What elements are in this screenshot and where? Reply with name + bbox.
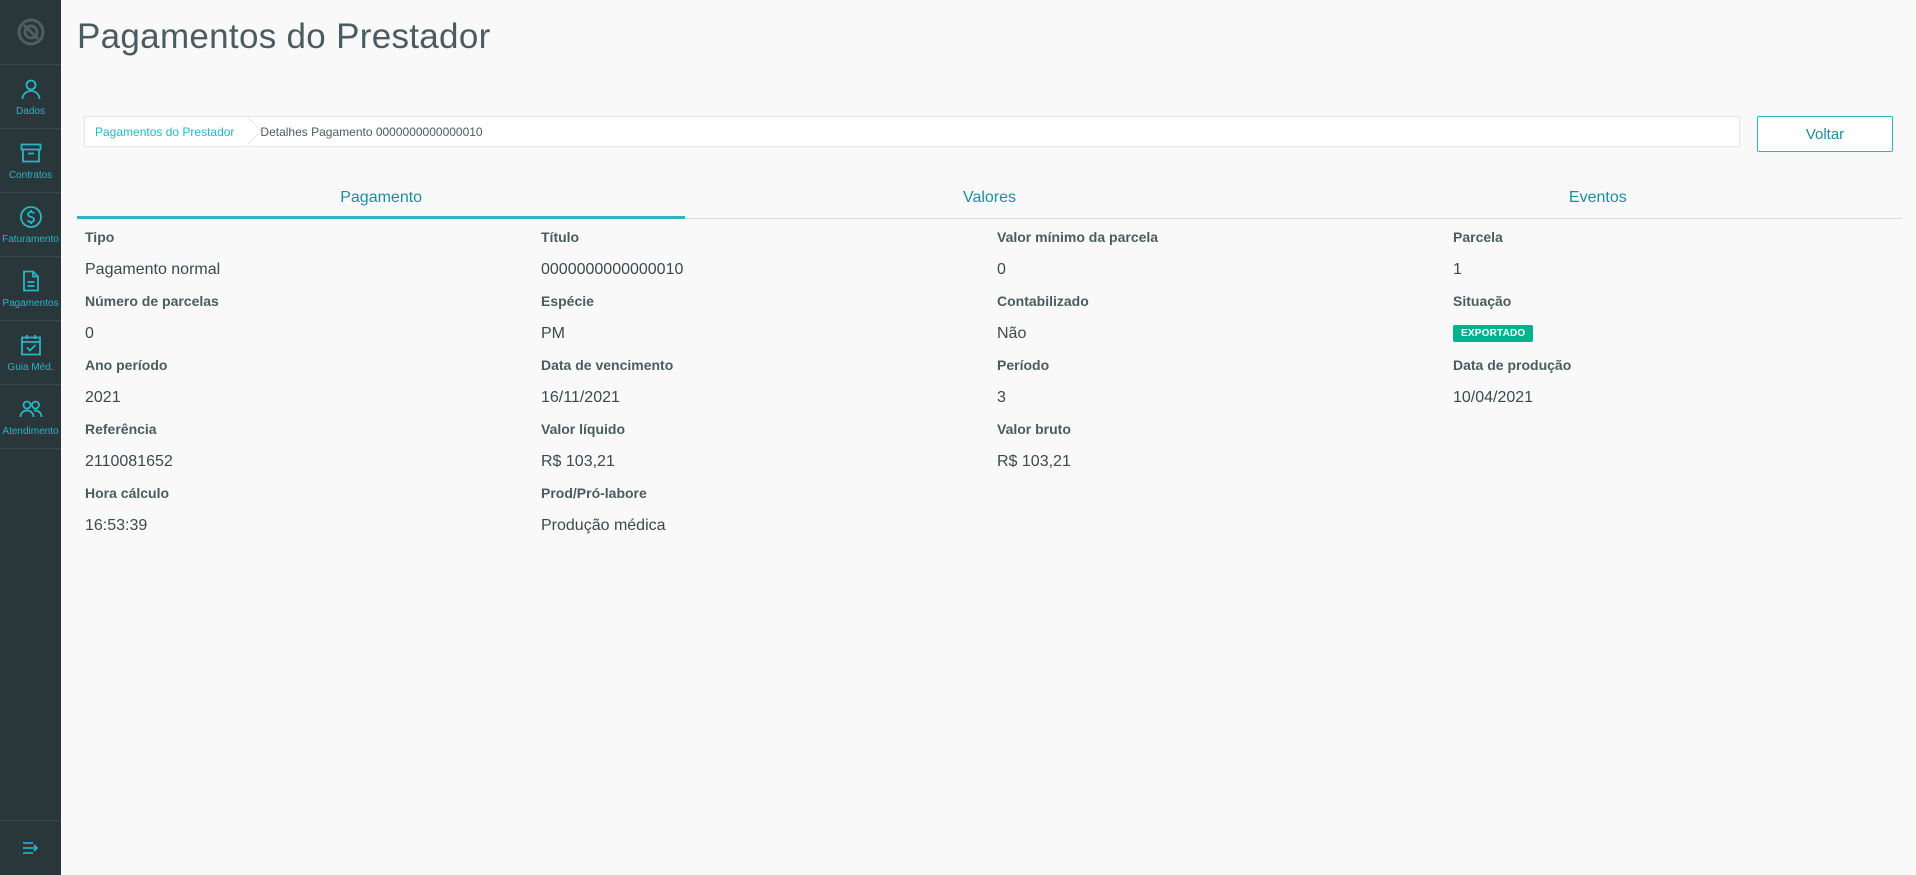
field-label: Referência [85,421,157,437]
sidebar-item-label: Pagamentos [2,297,59,309]
field-value: 10/04/2021 [1453,389,1534,406]
dollar-icon [19,205,42,228]
status-badge: EXPORTADO [1453,325,1534,342]
sidebar-item-label: Guia Méd. [7,361,54,373]
breadcrumb-current: Detalhes Pagamento 0000000000000010 [260,124,483,139]
sidebar-item-contratos[interactable]: Contratos [0,129,61,193]
sidebar-item-label: Faturamento [2,233,59,245]
field-label: Data de vencimento [541,357,674,373]
field-label: Parcela [1453,229,1503,245]
field-value: 16:53:39 [85,517,148,534]
breadcrumb-link-pagamentos[interactable]: Pagamentos do Prestador [85,117,246,146]
sidebar-item-atendimento[interactable]: Atendimento [0,385,61,449]
field-value: Produção médica [541,517,666,534]
field-label: Ano período [85,357,168,373]
field-value: 0 [997,261,1006,278]
field-value: Pagamento normal [85,261,221,278]
sidebar-item-label: Atendimento [2,425,59,437]
field-label: Situação [1453,293,1512,309]
field-label: Hora cálculo [85,485,170,501]
sidebar-item-faturamento[interactable]: Faturamento [0,193,61,257]
sidebar-item-guia-med[interactable]: Guia Méd. [0,321,61,385]
field-data-producao: Data de produção 10/04/2021 [1453,354,1905,418]
field-titulo: Título 0000000000000010 [541,226,997,290]
sidebar-item-pagamentos[interactable]: Pagamentos [0,257,61,321]
logo-icon [17,18,44,46]
field-referencia: Referência 2110081652 [85,418,541,482]
field-label: Número de parcelas [85,293,219,309]
field-value: 1 [1453,261,1462,278]
empty-cell [1453,418,1905,482]
field-parcela: Parcela 1 [1453,226,1905,290]
field-valor-bruto: Valor bruto R$ 103,21 [997,418,1453,482]
collapse-menu-button[interactable] [0,820,61,875]
field-label: Prod/Pró-labore [541,485,647,501]
sidebar-item-label: Dados [16,105,45,117]
field-valor-liquido: Valor líquido R$ 103,21 [541,418,997,482]
menu-collapse-icon [22,842,38,854]
field-situacao: Situação EXPORTADO [1453,290,1905,354]
tab-valores[interactable]: Valores [685,178,1293,218]
field-value: 0000000000000010 [541,261,684,278]
tab-eventos[interactable]: Eventos [1294,178,1902,218]
field-label: Valor líquido [541,421,626,437]
field-label: Valor mínimo da parcela [997,229,1159,245]
user-icon [21,79,40,99]
field-value: PM [541,325,565,342]
field-value: R$ 103,21 [541,453,615,470]
field-prod-pro-labore: Prod/Pró-labore Produção médica [541,482,997,546]
field-contabilizado: Contabilizado Não [997,290,1453,354]
field-label: Tipo [85,229,115,245]
field-label: Título [541,229,580,245]
archive-icon [20,143,41,162]
back-button[interactable]: Voltar [1757,116,1893,152]
sidebar: Dados Contratos Faturamento Pagamentos G… [0,0,61,875]
field-value: 16/11/2021 [541,389,620,406]
field-data-vencimento: Data de vencimento 16/11/2021 [541,354,997,418]
field-value: R$ 103,21 [997,453,1071,470]
field-hora-calculo: Hora cálculo 16:53:39 [85,482,541,546]
sidebar-item-dados[interactable]: Dados [0,65,61,129]
tab-pagamento[interactable]: Pagamento [77,178,686,219]
field-valor-minimo: Valor mínimo da parcela 0 [997,226,1453,290]
tab-bar: Pagamento Valores Eventos [77,178,1902,219]
field-label: Valor bruto [997,421,1071,437]
field-label: Espécie [541,293,594,309]
field-value: 2110081652 [85,453,173,470]
calendar-check-icon [20,334,41,355]
field-value: 0 [85,325,94,342]
users-icon [19,400,42,417]
field-num-parcelas: Número de parcelas 0 [85,290,541,354]
field-value: 3 [997,389,1006,406]
field-especie: Espécie PM [541,290,997,354]
field-value: 2021 [85,389,121,406]
field-value: Não [997,325,1027,342]
document-icon [22,270,39,291]
field-label: Contabilizado [997,293,1089,309]
field-ano-periodo: Ano período 2021 [85,354,541,418]
field-tipo: Tipo Pagamento normal [85,226,541,290]
sidebar-item-label: Contratos [8,169,53,181]
field-label: Data de produção [1453,357,1572,373]
payment-details: Tipo Pagamento normal Título 00000000000… [85,226,1905,546]
breadcrumb: Pagamentos do Prestador Detalhes Pagamen… [84,116,1740,147]
page-title: Pagamentos do Prestador [77,17,491,56]
field-label: Período [997,357,1050,373]
field-periodo: Período 3 [997,354,1453,418]
app-logo[interactable] [0,0,61,65]
